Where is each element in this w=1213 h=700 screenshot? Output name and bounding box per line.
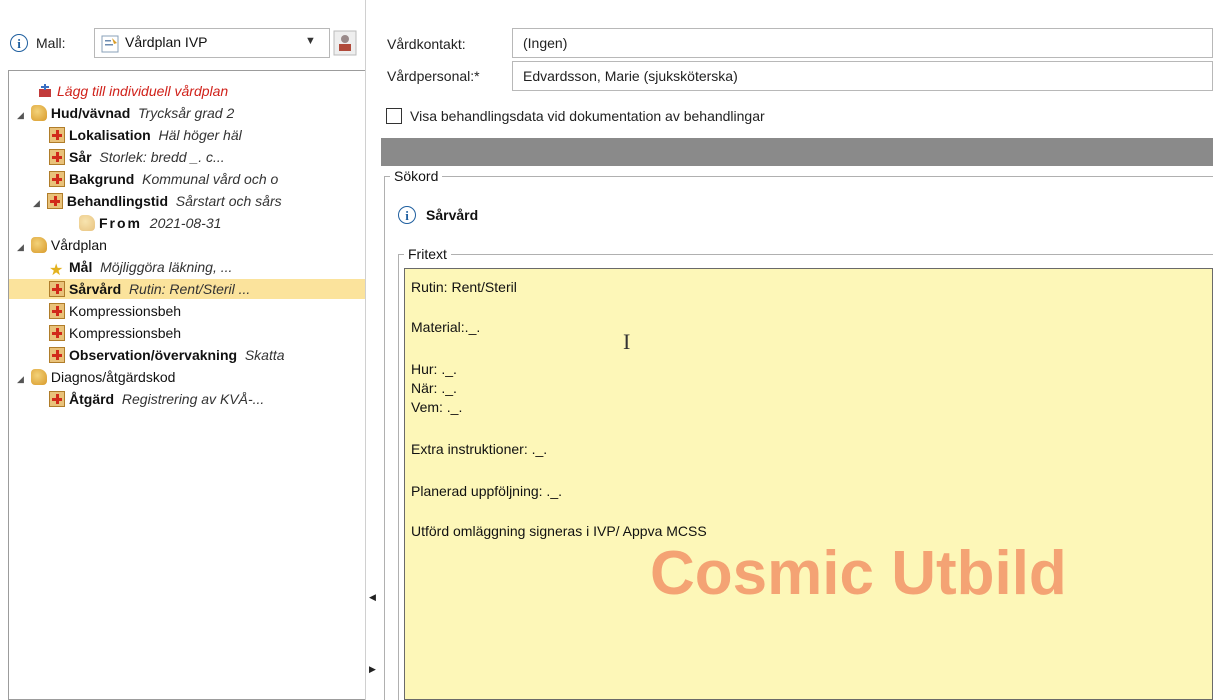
care-item-icon <box>49 325 65 341</box>
sokord-term: Sårvård <box>426 207 479 223</box>
fritext-line: Hur: ._. <box>411 361 457 377</box>
add-plan-icon <box>37 83 53 99</box>
tree-node-hud-vavnad[interactable]: ◢ Hud/vävnad Trycksår grad 2 <box>17 103 234 123</box>
node-title: Behandlingstid <box>66 193 169 209</box>
sokord-legend: Sökord <box>390 168 443 184</box>
show-treatment-data-checkbox[interactable] <box>386 108 402 124</box>
section-header-bar <box>381 138 1213 166</box>
add-care-plan-link[interactable]: Lägg till individuell vårdplan <box>37 81 228 101</box>
collapse-icon[interactable]: ◢ <box>17 369 27 389</box>
fritext-line: När: ._. <box>411 380 457 396</box>
node-detail: Trycksår grad 2 <box>138 105 235 121</box>
node-title: Kompressionsbeh <box>69 303 182 319</box>
tree-node-mal[interactable]: ★ Mål Möjliggöra läkning, ... <box>49 257 233 279</box>
fritext-textarea[interactable]: Rutin: Rent/Steril Material:._. Hur: ._.… <box>404 268 1213 700</box>
tree-node-atgard[interactable]: Åtgärd Registrering av KVÅ-... <box>49 389 264 409</box>
node-title: Diagnos/åtgärdskod <box>50 369 176 385</box>
node-title: Bakgrund <box>69 171 135 187</box>
fritext-line: Material:._. <box>411 319 481 335</box>
collapse-left-arrow-icon[interactable]: ◀ <box>369 592 376 603</box>
care-item-icon <box>49 127 65 143</box>
collapse-icon[interactable]: ◢ <box>17 105 27 125</box>
node-detail: Kommunal vård och o <box>142 171 279 187</box>
node-detail: Rutin: Rent/Steril ... <box>128 281 251 297</box>
tree-node-lokalisation[interactable]: Lokalisation Häl höger häl <box>49 125 242 145</box>
care-plan-tree: Lägg till individuell vårdplan ◢ Hud/väv… <box>8 70 365 700</box>
node-detail: Storlek: bredd _. c... <box>99 149 225 165</box>
tree-node-bakgrund[interactable]: Bakgrund Kommunal vård och o <box>49 169 278 189</box>
tree-node-sar[interactable]: Sår Storlek: bredd _. c... <box>49 147 225 167</box>
folder-icon <box>30 369 47 385</box>
care-item-icon <box>49 149 65 165</box>
panel-splitter[interactable]: ◀ ▶ <box>365 0 381 700</box>
node-title: Mål <box>69 259 93 275</box>
node-detail: Häl höger häl <box>158 127 242 143</box>
care-item-icon <box>49 281 65 297</box>
collapse-icon[interactable]: ◢ <box>17 237 27 257</box>
node-detail: Sårstart och sårs <box>175 193 282 209</box>
tree-node-kompressionsbeh-2[interactable]: Kompressionsbeh <box>49 323 181 343</box>
fritext-legend: Fritext <box>404 246 451 262</box>
node-title: Lokalisation <box>69 127 151 143</box>
tree-node-kompressionsbeh-1[interactable]: Kompressionsbeh <box>49 301 181 321</box>
node-detail: Skatta <box>244 347 285 363</box>
folder-icon <box>30 237 47 253</box>
care-item-icon <box>49 303 65 319</box>
node-detail: Möjliggöra läkning, ... <box>100 259 233 275</box>
expand-right-arrow-icon[interactable]: ▶ <box>369 664 376 675</box>
node-title: Vårdplan <box>50 237 107 253</box>
tree-node-vardplan[interactable]: ◢ Vårdplan <box>17 235 107 255</box>
hand-icon <box>79 215 95 231</box>
tree-node-diagnos[interactable]: ◢ Diagnos/åtgärdskod <box>17 367 175 387</box>
fritext-line: Vem: ._. <box>411 399 463 415</box>
text-cursor-icon: I <box>623 329 631 354</box>
node-detail: Registrering av KVÅ-... <box>121 391 265 407</box>
tree-node-observation[interactable]: Observation/övervakning Skatta <box>49 345 285 365</box>
care-item-icon <box>46 193 63 209</box>
show-treatment-data-label: Visa behandlingsdata vid dokumentation a… <box>410 108 765 124</box>
care-item-icon <box>49 347 65 363</box>
chevron-down-icon[interactable]: ▼ <box>305 35 316 47</box>
vardpersonal-field[interactable]: Edvardsson, Marie (sjuksköterska) <box>512 61 1213 91</box>
vardkontakt-field[interactable]: (Ingen) <box>512 28 1213 58</box>
collapse-icon[interactable]: ◢ <box>33 193 43 213</box>
tree-node-sarvard-selected[interactable]: Sårvård Rutin: Rent/Steril ... <box>9 279 365 299</box>
vardkontakt-label: Vårdkontakt: <box>387 36 466 52</box>
node-title: From <box>99 215 142 231</box>
fritext-line: Rutin: Rent/Steril <box>411 279 517 295</box>
sokord-info-icon[interactable]: i <box>398 206 416 224</box>
tree-node-behandlingstid[interactable]: ◢ Behandlingstid Sårstart och sårs <box>33 191 282 211</box>
person-icon[interactable] <box>333 30 357 56</box>
vardpersonal-label: Vårdpersonal:* <box>387 68 480 84</box>
info-icon[interactable]: i <box>10 34 28 52</box>
mall-label: Mall: <box>36 35 66 51</box>
fritext-line: Utförd omläggning signeras i IVP/ Appva … <box>411 523 707 539</box>
tree-node-from[interactable]: From 2021-08-31 <box>79 213 221 233</box>
star-icon: ★ <box>49 262 64 279</box>
document-template-icon <box>101 35 119 53</box>
left-panel: i Mall: Vårdplan IVP ▼ Lägg till individ… <box>0 0 365 700</box>
node-title: Sår <box>69 149 92 165</box>
node-detail: 2021-08-31 <box>149 215 222 231</box>
mall-selected-value: Vårdplan IVP <box>125 34 208 50</box>
node-title: Åtgärd <box>69 391 115 407</box>
watermark-text: Cosmic Utbild <box>650 539 1067 608</box>
fritext-line: Extra instruktioner: ._. <box>411 441 548 457</box>
mall-select[interactable]: Vårdplan IVP ▼ <box>94 28 330 58</box>
node-title: Hud/vävnad <box>50 105 131 121</box>
care-item-icon <box>49 391 65 407</box>
node-title: Observation/övervakning <box>69 347 238 363</box>
add-care-plan-label: Lägg till individuell vårdplan <box>57 83 229 99</box>
hand-folder-icon <box>30 105 47 121</box>
node-title: Kompressionsbeh <box>69 325 182 341</box>
node-title: Sårvård <box>69 281 122 297</box>
fritext-line: Planerad uppföljning: ._. <box>411 483 562 499</box>
care-item-icon <box>49 171 65 187</box>
